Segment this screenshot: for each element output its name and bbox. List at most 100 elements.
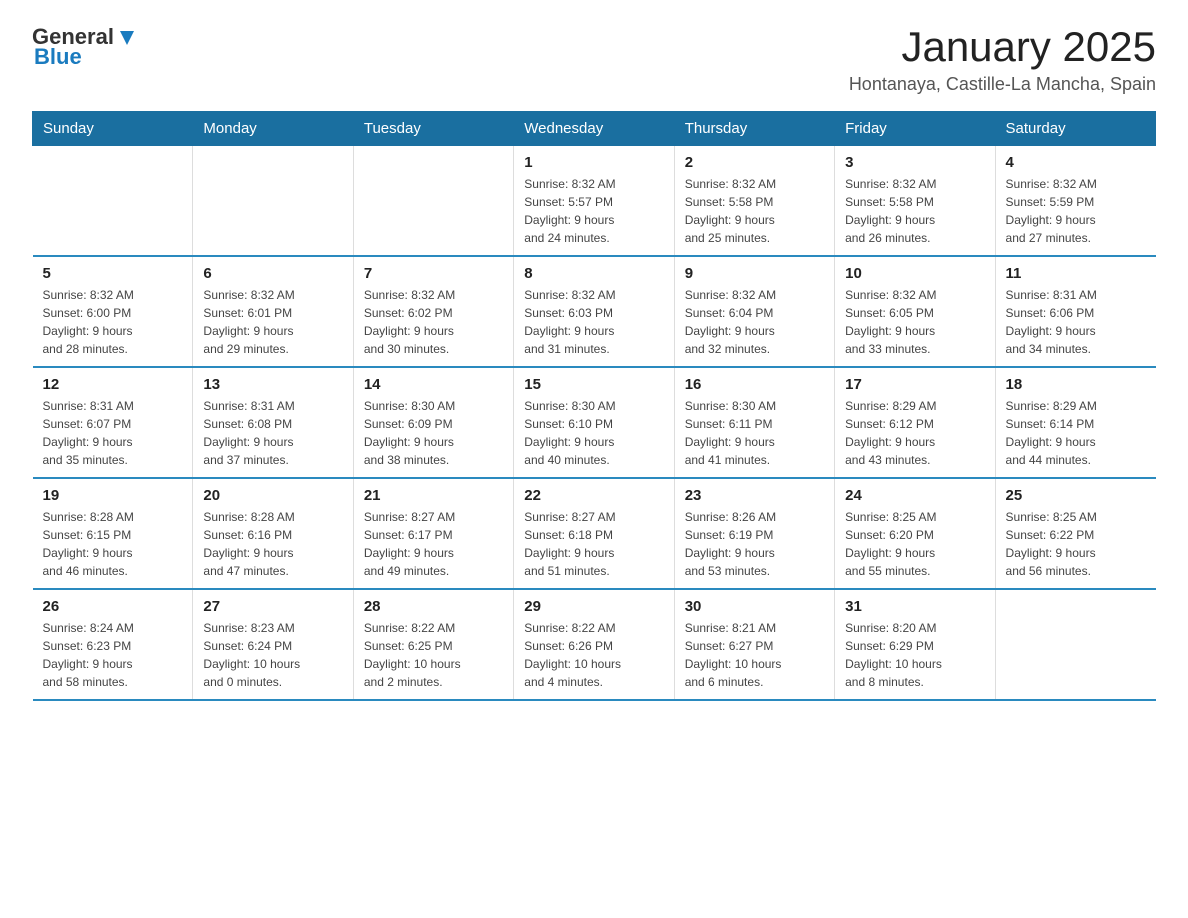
day-number: 9 (685, 265, 824, 282)
day-number: 13 (203, 376, 342, 393)
day-info: Sunrise: 8:31 AMSunset: 6:06 PMDaylight:… (1006, 286, 1146, 358)
calendar-cell: 24 Sunrise: 8:25 AMSunset: 6:20 PMDayligh… (835, 478, 995, 589)
day-info: Sunrise: 8:32 AMSunset: 5:58 PMDaylight:… (845, 175, 984, 247)
day-number: 30 (685, 598, 824, 615)
location-title: Hontanaya, Castille-La Mancha, Spain (849, 74, 1156, 95)
calendar-header-row: SundayMondayTuesdayWednesdayThursdayFrid… (33, 112, 1156, 146)
day-info: Sunrise: 8:25 AMSunset: 6:20 PMDaylight:… (845, 508, 984, 580)
weekday-header-monday: Monday (193, 112, 353, 146)
day-info: Sunrise: 8:30 AMSunset: 6:09 PMDaylight:… (364, 397, 503, 469)
day-number: 1 (524, 154, 663, 171)
calendar-cell: 14 Sunrise: 8:30 AMSunset: 6:09 PMDayligh… (353, 367, 513, 478)
calendar-week-row: 5 Sunrise: 8:32 AMSunset: 6:00 PMDaylight… (33, 256, 1156, 367)
day-number: 19 (43, 487, 183, 504)
calendar-week-row: 1 Sunrise: 8:32 AMSunset: 5:57 PMDaylight… (33, 146, 1156, 257)
calendar-cell: 15Sunrise: 8:30 AMSunset: 6:10 PMDayligh… (514, 367, 674, 478)
calendar-cell (193, 146, 353, 257)
day-number: 27 (203, 598, 342, 615)
calendar-cell: 22Sunrise: 8:27 AMSunset: 6:18 PMDayligh… (514, 478, 674, 589)
calendar-cell: 25 Sunrise: 8:25 AMSunset: 6:22 PMDayligh… (995, 478, 1155, 589)
day-number: 18 (1006, 376, 1146, 393)
calendar-cell: 23 Sunrise: 8:26 AMSunset: 6:19 PMDayligh… (674, 478, 834, 589)
day-info: Sunrise: 8:32 AMSunset: 6:02 PMDaylight:… (364, 286, 503, 358)
calendar-cell: 2 Sunrise: 8:32 AMSunset: 5:58 PMDaylight… (674, 146, 834, 257)
calendar-cell: 1 Sunrise: 8:32 AMSunset: 5:57 PMDaylight… (514, 146, 674, 257)
day-info: Sunrise: 8:32 AMSunset: 5:57 PMDaylight:… (524, 175, 663, 247)
day-number: 17 (845, 376, 984, 393)
calendar-cell: 9 Sunrise: 8:32 AMSunset: 6:04 PMDaylight… (674, 256, 834, 367)
day-number: 24 (845, 487, 984, 504)
day-info: Sunrise: 8:20 AMSunset: 6:29 PMDaylight:… (845, 619, 984, 691)
day-number: 31 (845, 598, 984, 615)
calendar-cell: 27 Sunrise: 8:23 AMSunset: 6:24 PMDayligh… (193, 589, 353, 700)
day-info: Sunrise: 8:31 AMSunset: 6:07 PMDaylight:… (43, 397, 183, 469)
calendar-cell (353, 146, 513, 257)
day-info: Sunrise: 8:32 AMSunset: 6:00 PMDaylight:… (43, 286, 183, 358)
calendar-cell: 17 Sunrise: 8:29 AMSunset: 6:12 PMDayligh… (835, 367, 995, 478)
day-number: 4 (1006, 154, 1146, 171)
day-info: Sunrise: 8:24 AMSunset: 6:23 PMDaylight:… (43, 619, 183, 691)
weekday-header-thursday: Thursday (674, 112, 834, 146)
day-info: Sunrise: 8:27 AMSunset: 6:18 PMDaylight:… (524, 508, 663, 580)
calendar-cell: 20Sunrise: 8:28 AMSunset: 6:16 PMDayligh… (193, 478, 353, 589)
day-info: Sunrise: 8:32 AMSunset: 5:58 PMDaylight:… (685, 175, 824, 247)
calendar-table: SundayMondayTuesdayWednesdayThursdayFrid… (32, 111, 1156, 701)
calendar-cell: 10Sunrise: 8:32 AMSunset: 6:05 PMDayligh… (835, 256, 995, 367)
weekday-header-saturday: Saturday (995, 112, 1155, 146)
day-number: 14 (364, 376, 503, 393)
calendar-cell: 4 Sunrise: 8:32 AMSunset: 5:59 PMDaylight… (995, 146, 1155, 257)
calendar-cell: 29 Sunrise: 8:22 AMSunset: 6:26 PMDayligh… (514, 589, 674, 700)
day-number: 3 (845, 154, 984, 171)
day-number: 29 (524, 598, 663, 615)
day-info: Sunrise: 8:31 AMSunset: 6:08 PMDaylight:… (203, 397, 342, 469)
calendar-cell: 5 Sunrise: 8:32 AMSunset: 6:00 PMDaylight… (33, 256, 193, 367)
day-info: Sunrise: 8:22 AMSunset: 6:26 PMDaylight:… (524, 619, 663, 691)
day-info: Sunrise: 8:32 AMSunset: 6:03 PMDaylight:… (524, 286, 663, 358)
month-title: January 2025 (849, 24, 1156, 70)
day-number: 21 (364, 487, 503, 504)
calendar-cell: 13 Sunrise: 8:31 AMSunset: 6:08 PMDayligh… (193, 367, 353, 478)
day-number: 12 (43, 376, 183, 393)
day-info: Sunrise: 8:25 AMSunset: 6:22 PMDaylight:… (1006, 508, 1146, 580)
day-info: Sunrise: 8:32 AMSunset: 6:01 PMDaylight:… (203, 286, 342, 358)
calendar-week-row: 12 Sunrise: 8:31 AMSunset: 6:07 PMDayligh… (33, 367, 1156, 478)
logo-blue: Blue (34, 44, 82, 70)
calendar-cell: 12 Sunrise: 8:31 AMSunset: 6:07 PMDayligh… (33, 367, 193, 478)
day-number: 20 (203, 487, 342, 504)
calendar-cell: 18Sunrise: 8:29 AMSunset: 6:14 PMDayligh… (995, 367, 1155, 478)
weekday-header-wednesday: Wednesday (514, 112, 674, 146)
day-info: Sunrise: 8:28 AMSunset: 6:15 PMDaylight:… (43, 508, 183, 580)
calendar-cell: 30 Sunrise: 8:21 AMSunset: 6:27 PMDayligh… (674, 589, 834, 700)
day-info: Sunrise: 8:27 AMSunset: 6:17 PMDaylight:… (364, 508, 503, 580)
day-number: 25 (1006, 487, 1146, 504)
day-info: Sunrise: 8:21 AMSunset: 6:27 PMDaylight:… (685, 619, 824, 691)
calendar-cell: 7 Sunrise: 8:32 AMSunset: 6:02 PMDaylight… (353, 256, 513, 367)
day-info: Sunrise: 8:32 AMSunset: 6:05 PMDaylight:… (845, 286, 984, 358)
calendar-cell: 8Sunrise: 8:32 AMSunset: 6:03 PMDaylight… (514, 256, 674, 367)
day-number: 7 (364, 265, 503, 282)
calendar-cell: 19 Sunrise: 8:28 AMSunset: 6:15 PMDayligh… (33, 478, 193, 589)
calendar-cell: 28 Sunrise: 8:22 AMSunset: 6:25 PMDayligh… (353, 589, 513, 700)
logo-triangle-icon (116, 27, 138, 49)
calendar-cell: 16Sunrise: 8:30 AMSunset: 6:11 PMDayligh… (674, 367, 834, 478)
calendar-cell (995, 589, 1155, 700)
day-info: Sunrise: 8:26 AMSunset: 6:19 PMDaylight:… (685, 508, 824, 580)
day-number: 15 (524, 376, 663, 393)
day-number: 16 (685, 376, 824, 393)
day-number: 6 (203, 265, 342, 282)
day-info: Sunrise: 8:23 AMSunset: 6:24 PMDaylight:… (203, 619, 342, 691)
day-number: 11 (1006, 265, 1146, 282)
calendar-week-row: 26 Sunrise: 8:24 AMSunset: 6:23 PMDayligh… (33, 589, 1156, 700)
day-info: Sunrise: 8:22 AMSunset: 6:25 PMDaylight:… (364, 619, 503, 691)
day-number: 28 (364, 598, 503, 615)
day-number: 2 (685, 154, 824, 171)
day-info: Sunrise: 8:32 AMSunset: 6:04 PMDaylight:… (685, 286, 824, 358)
day-number: 26 (43, 598, 183, 615)
weekday-header-tuesday: Tuesday (353, 112, 513, 146)
weekday-header-sunday: Sunday (33, 112, 193, 146)
day-number: 23 (685, 487, 824, 504)
day-number: 5 (43, 265, 183, 282)
day-info: Sunrise: 8:32 AMSunset: 5:59 PMDaylight:… (1006, 175, 1146, 247)
day-info: Sunrise: 8:29 AMSunset: 6:12 PMDaylight:… (845, 397, 984, 469)
calendar-cell: 21 Sunrise: 8:27 AMSunset: 6:17 PMDayligh… (353, 478, 513, 589)
